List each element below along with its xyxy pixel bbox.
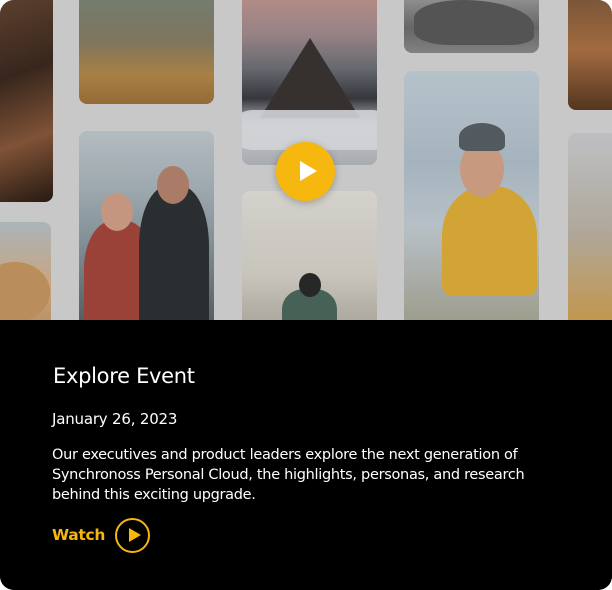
video-play-button[interactable] [276, 142, 335, 201]
play-icon [129, 527, 142, 542]
hero-collage[interactable] [0, 0, 612, 320]
play-icon [300, 161, 317, 181]
event-description: Our executives and product leaders explo… [52, 447, 525, 503]
watch-label: Watch [52, 526, 106, 544]
play-circle-icon [115, 517, 151, 553]
watch-link[interactable]: Watch [52, 517, 151, 553]
event-date: January 26, 2023 [52, 410, 178, 428]
event-title: Explore Event [53, 364, 195, 388]
event-details: Explore Event January 26, 2023 Our execu… [0, 320, 612, 590]
event-card: Explore Event January 26, 2023 Our execu… [0, 0, 612, 590]
